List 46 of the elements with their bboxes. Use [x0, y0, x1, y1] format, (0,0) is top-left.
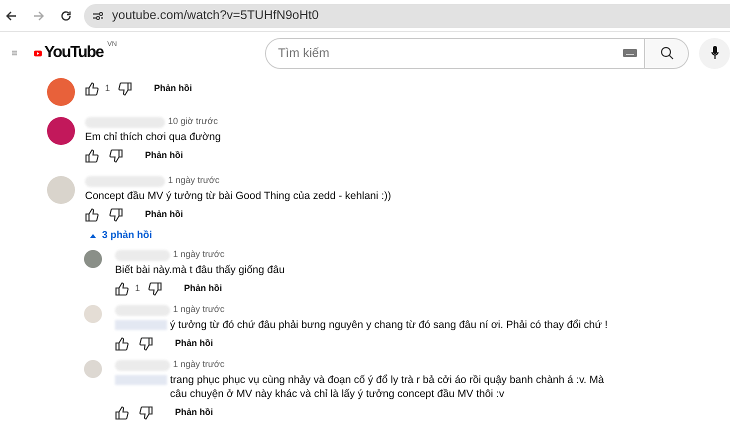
microphone-icon: [710, 46, 718, 60]
reload-icon[interactable]: [60, 10, 72, 22]
replies-toggle[interactable]: 3 phản hồi: [90, 228, 152, 243]
caret-icon: [90, 234, 96, 238]
like-button[interactable]: [115, 337, 129, 351]
comment-time: 1 ngày trước: [173, 303, 224, 316]
avatar[interactable]: [84, 250, 102, 268]
reply-button[interactable]: Phản hồi: [184, 282, 222, 296]
reply-button[interactable]: Phản hồi: [175, 337, 213, 351]
reply-button[interactable]: Phản hồi: [175, 406, 213, 420]
like-button[interactable]: [115, 282, 129, 296]
avatar[interactable]: [47, 117, 75, 145]
like-button[interactable]: [85, 82, 99, 96]
like-button[interactable]: [115, 406, 129, 420]
reply-button[interactable]: Phản hồi: [145, 149, 183, 163]
voice-search-button[interactable]: [699, 38, 730, 68]
search-field[interactable]: Tìm kiếm: [265, 38, 645, 68]
avatar[interactable]: [47, 78, 75, 106]
dislike-button[interactable]: [139, 406, 153, 420]
search-button[interactable]: [645, 38, 689, 68]
dislike-button[interactable]: [109, 149, 123, 163]
comment-time: 1 ngày trước: [173, 358, 224, 372]
dislike-button[interactable]: [118, 82, 132, 96]
comment-time: 10 giờ trước: [168, 115, 218, 128]
address-bar[interactable]: youtube.com/watch?v=5TUHfN9oHt0: [84, 4, 730, 28]
comment-text: ý tưởng từ đó chứ đâu phải bưng nguyên y chang từ đó sang đâu ní ơi. Phải có thay đổi chứ !: [170, 318, 609, 332]
url-text: youtube.com/watch?v=5TUHfN9oHt0: [112, 7, 319, 24]
comment-text: Em chỉ thích chơi qua đường: [85, 130, 222, 144]
dislike-button[interactable]: [148, 282, 162, 296]
logo-text[interactable]: YouTube: [44, 45, 104, 61]
reply-button[interactable]: Phản hồi: [145, 208, 183, 222]
search-icon: [660, 46, 674, 60]
back-icon[interactable]: [5, 10, 17, 22]
like-count: 1: [135, 282, 140, 296]
comment-text: Biết bài này.mà t đâu thấy giống đâu: [115, 263, 286, 277]
comment-text: trang phục phục vụ cùng nhảy và đoạn cố ý đổ ly trà r bả cởi áo rồi quậy banh chành á :v. Mà câu chuyện ở MV này khác và chỉ là lấy ý tưởng concept đầu MV thôi :v: [170, 373, 605, 401]
like-count: 1: [105, 82, 110, 96]
like-button[interactable]: [85, 208, 99, 222]
like-button[interactable]: [85, 149, 99, 163]
comment-time: 1 ngày trước: [173, 248, 224, 262]
site-settings-icon: [92, 10, 104, 20]
reply-button[interactable]: Phản hồi: [154, 82, 192, 96]
comment-time: 1 ngày trước: [168, 174, 220, 188]
comment-text: Concept đầu MV ý tưởng từ bài Good Thing của zedd - kehlani :)): [85, 189, 392, 203]
dislike-button[interactable]: [139, 337, 153, 351]
dislike-button[interactable]: [109, 208, 123, 222]
